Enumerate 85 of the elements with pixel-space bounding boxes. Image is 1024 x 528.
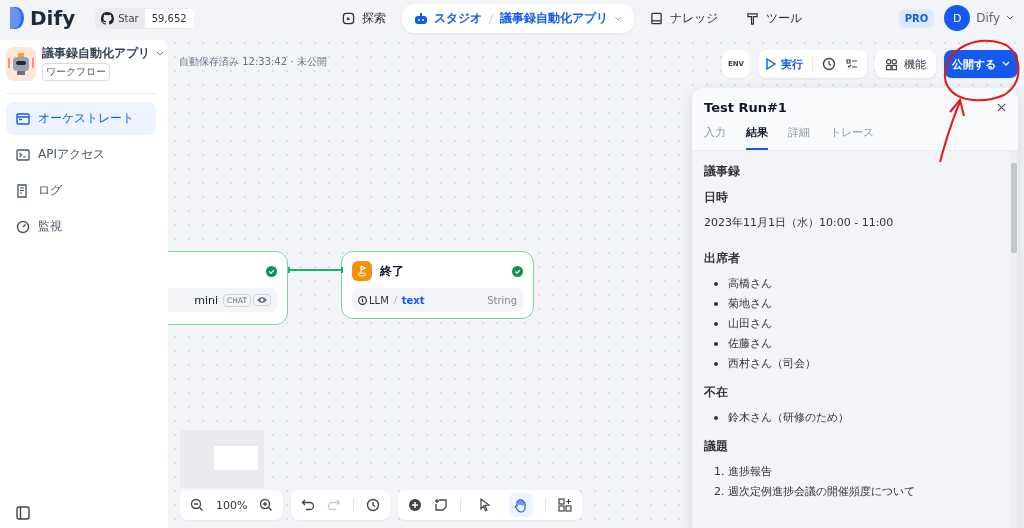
tools-nav-link[interactable]: ツール bbox=[734, 4, 814, 33]
bullet-icon bbox=[714, 282, 718, 286]
zoom-out-icon[interactable] bbox=[190, 498, 204, 512]
list-item: 山田さん bbox=[728, 316, 772, 332]
robot-icon bbox=[414, 12, 428, 25]
variable-name: text bbox=[401, 294, 425, 306]
sidebar-item[interactable]: APIアクセス bbox=[6, 138, 156, 171]
explore-nav-link[interactable]: 探索 bbox=[330, 4, 398, 33]
list-item: 高橋さん bbox=[728, 276, 772, 292]
connection-edge bbox=[288, 267, 343, 273]
document-icon bbox=[16, 183, 30, 198]
undo-icon[interactable] bbox=[301, 498, 316, 512]
result-heading: 不在 bbox=[704, 384, 729, 400]
grid-icon bbox=[885, 57, 898, 71]
result-heading: 出席者 bbox=[704, 250, 741, 266]
annotation-arrow bbox=[939, 97, 965, 163]
app-name[interactable]: 議事録自動化アプリ bbox=[42, 46, 150, 61]
close-icon[interactable] bbox=[997, 103, 1006, 112]
zoom-level[interactable]: 100% bbox=[216, 498, 248, 512]
checklist-icon[interactable] bbox=[845, 57, 859, 71]
publish-button[interactable]: 公開する bbox=[944, 50, 1018, 78]
list-item: 西村さん（司会） bbox=[728, 356, 816, 372]
result-heading: 議事録 bbox=[704, 163, 741, 179]
result-text: 2023年11月1日（水）10:00 - 11:00 bbox=[704, 215, 895, 231]
flag-icon bbox=[352, 261, 372, 281]
model-name: mini bbox=[194, 293, 218, 307]
user-name[interactable]: Dify bbox=[976, 11, 1000, 25]
add-icon[interactable] bbox=[408, 498, 423, 512]
robot-app-icon bbox=[6, 46, 36, 81]
scrollbar[interactable] bbox=[1010, 151, 1018, 528]
gauge-icon bbox=[16, 219, 30, 234]
app-type-badge: ワークフロー bbox=[42, 63, 110, 81]
bullet-icon bbox=[714, 322, 718, 326]
user-avatar[interactable]: D bbox=[944, 5, 971, 31]
variable-source: LLM bbox=[369, 294, 389, 306]
zoom-in-icon[interactable] bbox=[259, 498, 274, 512]
list-item: 週次定例進捗会議の開催頻度について bbox=[727, 484, 915, 500]
chevron-down-icon bbox=[1006, 15, 1014, 21]
bullet-icon bbox=[714, 342, 718, 346]
list-item: 鈴木さん（研修のため） bbox=[728, 410, 849, 426]
result-heading: 議題 bbox=[704, 438, 729, 454]
terminal-icon bbox=[16, 147, 30, 162]
history-icon[interactable] bbox=[366, 498, 381, 512]
slash-divider-icon bbox=[488, 12, 494, 25]
sidebar-item[interactable]: 監視 bbox=[6, 210, 156, 243]
panel-tab[interactable]: 結果 bbox=[746, 125, 768, 150]
list-number: 1. bbox=[714, 464, 725, 480]
list-item: 菊地さん bbox=[728, 296, 772, 312]
sidebar-item[interactable]: オーケストレート bbox=[6, 102, 156, 135]
features-button[interactable]: 機能 bbox=[875, 50, 936, 78]
info-icon bbox=[358, 295, 367, 305]
end-node[interactable]: 終了 LLM text String bbox=[341, 251, 534, 319]
github-star-button[interactable]: Star 59,652 bbox=[95, 7, 194, 29]
panel-title: Test Run#1 bbox=[704, 100, 787, 115]
autosave-status: 自動保存済み 12:33:42 · 未公開 bbox=[179, 55, 327, 69]
knowledge-nav-link[interactable]: ナレッジ bbox=[638, 4, 730, 33]
list-number: 2. bbox=[714, 484, 725, 500]
logo-icon bbox=[10, 7, 24, 29]
list-item: 佐藤さん bbox=[728, 336, 772, 352]
chevron-down-icon bbox=[156, 50, 164, 57]
bullet-icon bbox=[714, 362, 718, 366]
node-title: 終了 bbox=[380, 262, 404, 280]
result-heading: 日時 bbox=[704, 189, 729, 205]
chevron-down-icon bbox=[1002, 61, 1010, 67]
logo-text: Dify bbox=[30, 6, 76, 30]
hand-tool-icon[interactable] bbox=[509, 493, 534, 517]
run-button[interactable]: 実行 bbox=[766, 56, 803, 72]
window-icon bbox=[16, 111, 30, 126]
eye-icon bbox=[253, 294, 271, 306]
plan-badge: PRO bbox=[898, 8, 935, 28]
slash-divider-icon bbox=[392, 295, 398, 305]
panel-toggle-icon[interactable] bbox=[16, 506, 30, 520]
note-icon[interactable] bbox=[434, 498, 449, 512]
book-icon bbox=[650, 12, 663, 25]
variable-type: String bbox=[487, 294, 517, 306]
github-icon bbox=[101, 11, 115, 25]
bullet-icon bbox=[714, 416, 718, 420]
chevron-down-icon bbox=[614, 15, 622, 22]
layout-icon[interactable] bbox=[558, 498, 573, 512]
sidebar-item[interactable]: ログ bbox=[6, 174, 156, 207]
history-icon[interactable] bbox=[822, 57, 836, 71]
bullet-icon bbox=[714, 302, 718, 306]
play-icon bbox=[766, 58, 776, 70]
list-item: 進捗報告 bbox=[727, 464, 772, 480]
studio-breadcrumb[interactable]: スタジオ 議事録自動化アプリ bbox=[402, 4, 634, 33]
